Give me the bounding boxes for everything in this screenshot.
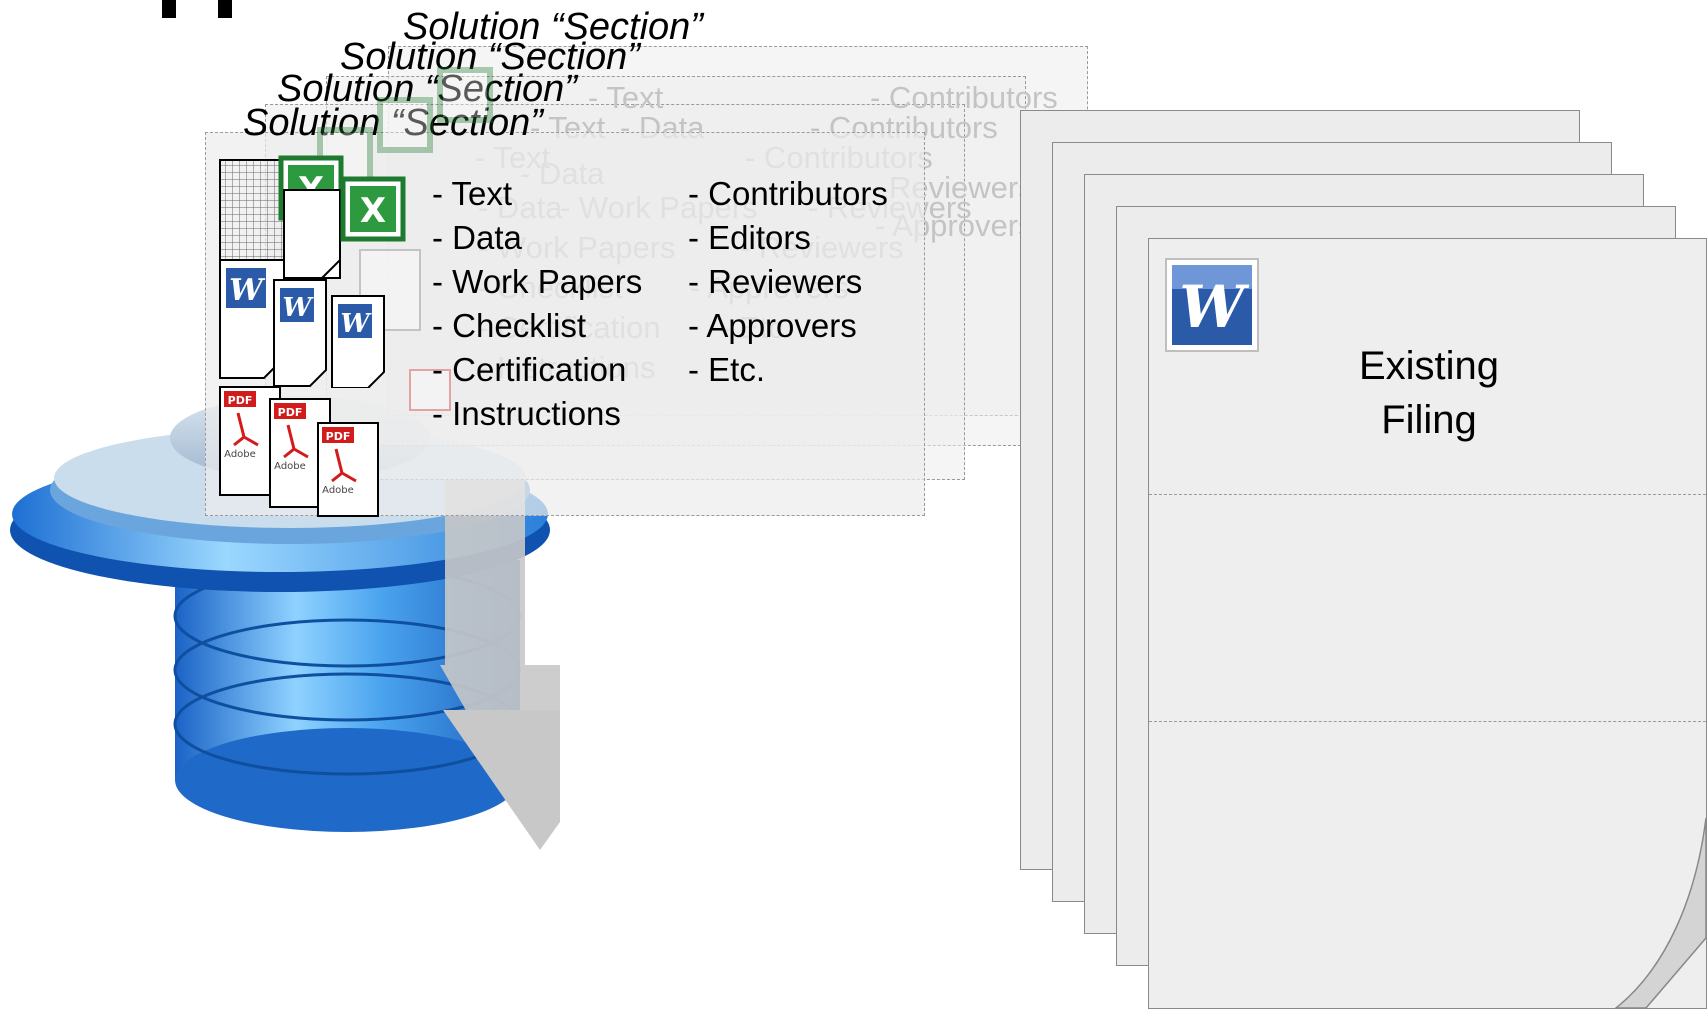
item-instructions: - Instructions (432, 395, 621, 432)
existing-filing-line1: Existing (1358, 344, 1500, 388)
role-contributors: - Contributors (688, 175, 888, 212)
role-etc: - Etc. (688, 351, 766, 388)
cropped-title-fragment (218, 0, 232, 18)
svg-text:W: W (1179, 273, 1249, 341)
svg-text:W: W (229, 273, 266, 308)
word-file-icon: W W W (219, 259, 385, 388)
pdf-badge-label: PDF (326, 430, 351, 443)
section-divider (1149, 721, 1706, 722)
page-curl (1614, 818, 1706, 1008)
item-checklist: - Checklist (432, 307, 587, 344)
svg-text:W: W (282, 293, 314, 323)
section-divider (1149, 494, 1706, 495)
diagram-canvas: - Text - Contributors - Text - Data - Co… (0, 0, 1707, 1009)
pdf-badge-label: PDF (228, 394, 253, 407)
ghost-item: - Contributors (870, 80, 1058, 115)
role-reviewers: - Reviewers (688, 263, 863, 300)
pdf-brand-label: Adobe (322, 485, 354, 496)
pdf-badge-label: PDF (278, 406, 303, 419)
existing-filing-line2: Filing (1381, 398, 1477, 442)
filing-page-front: W Existing Filing (1148, 238, 1707, 1009)
excel-file-icon: X (340, 176, 406, 242)
ghost-item: - Text (588, 80, 664, 115)
item-work-papers: - Work Papers (432, 263, 643, 300)
pdf-brand-label: Adobe (224, 449, 256, 460)
pdf-brand-label: Adobe (274, 461, 306, 472)
item-certification: - Certification (432, 351, 627, 388)
existing-filing-label: Existing Filing (1299, 339, 1559, 447)
role-approvers: - Approvers (688, 307, 857, 344)
word-file-icon: W (1165, 258, 1259, 352)
cropped-title-fragment (162, 0, 176, 18)
pdf-file-icon: PDF Adobe PDF Adobe PDF Adobe (219, 386, 379, 517)
item-data: - Data (432, 219, 522, 256)
svg-text:W: W (340, 309, 372, 339)
role-editors: - Editors (688, 219, 811, 256)
item-text: - Text (432, 175, 513, 212)
svg-text:X: X (360, 191, 386, 231)
